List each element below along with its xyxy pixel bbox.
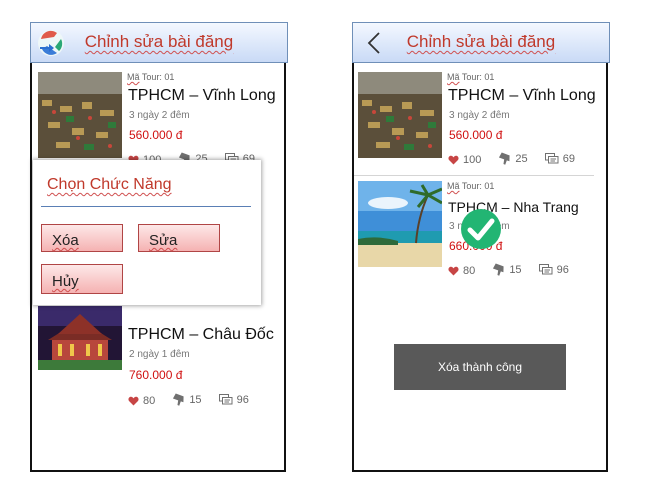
tour-stats: 100 25 69 <box>448 152 589 168</box>
tour-code: Mã Tour: 01 <box>447 181 495 191</box>
tour-card[interactable]: TPHCM – Châu Đốc 2 ngày 1 đêm 760.000 đ … <box>38 306 278 407</box>
tour-card[interactable]: Mã Tour: 01 TPHCM – Vĩnh Long 3 ngày 2 đ… <box>358 72 598 170</box>
floating-market-photo <box>38 72 122 158</box>
tour-card[interactable]: Mã Tour: 01 TPHCM – Vĩnh Long 3 ngày 2 đ… <box>38 72 278 170</box>
comment-stat[interactable]: 69 <box>545 153 575 165</box>
beach-photo <box>358 181 442 267</box>
delete-button[interactable]: Xóa <box>41 224 123 252</box>
tour-duration: 3 ngày 2 đêm <box>129 110 190 121</box>
app-header: Chỉnh sửa bài đăng <box>30 22 288 63</box>
heart-icon <box>448 266 459 276</box>
comment-stat[interactable]: 96 <box>539 264 569 276</box>
tour-name: TPHCM – Vĩnh Long <box>128 87 276 104</box>
tour-name: TPHCM – Vĩnh Long <box>448 87 596 104</box>
heart-icon <box>128 396 139 406</box>
app-header: Chỉnh sửa bài đăng <box>352 22 610 63</box>
edit-button[interactable]: Sửa <box>138 224 220 252</box>
success-toast: Xóa thành công <box>394 344 566 390</box>
tour-price: 560.000 đ <box>449 128 503 142</box>
like-stat[interactable]: 100 <box>448 154 481 166</box>
tour-price: 760.000 đ <box>129 368 183 382</box>
comment-icon <box>539 264 553 276</box>
heart-icon <box>448 155 459 165</box>
comment-stat[interactable]: 96 <box>219 394 249 406</box>
cancel-button[interactable]: Hủy <box>41 264 123 294</box>
tour-price: 560.000 đ <box>129 128 183 142</box>
floating-market-photo <box>358 72 442 158</box>
tour-duration: 2 ngày 1 đêm <box>129 349 190 360</box>
card-divider <box>354 175 594 176</box>
tour-stats: 80 15 96 <box>128 393 263 409</box>
tour-code: Mã Tour: 01 <box>447 72 495 82</box>
dislike-stat[interactable]: 25 <box>498 152 528 165</box>
dialog-title: Chọn Chức Năng <box>47 176 172 193</box>
tour-name: TPHCM – Châu Đốc <box>128 326 274 343</box>
check-circle-icon <box>461 209 501 249</box>
thumbs-down-icon <box>492 263 505 276</box>
like-stat[interactable]: 80 <box>448 265 475 277</box>
tour-duration: 3 ngày 2 đêm <box>449 110 510 121</box>
thumbs-down-icon <box>498 152 511 165</box>
temple-photo <box>38 306 122 370</box>
page-title: Chỉnh sửa bài đăng <box>406 32 556 51</box>
dialog-divider <box>41 206 251 207</box>
tour-code: Mã Tour: 01 <box>127 72 175 82</box>
dislike-stat[interactable]: 15 <box>492 263 522 276</box>
dislike-stat[interactable]: 15 <box>172 393 202 406</box>
like-stat[interactable]: 80 <box>128 395 155 407</box>
page-title: Chỉnh sửa bài đăng <box>84 32 234 51</box>
comment-icon <box>219 394 233 406</box>
tour-stats: 80 15 96 <box>448 263 583 279</box>
function-chooser-dialog: Chọn Chức Năng Xóa Sửa Hủy <box>33 160 261 305</box>
thumbs-down-icon <box>172 393 185 406</box>
comment-icon <box>545 153 559 165</box>
